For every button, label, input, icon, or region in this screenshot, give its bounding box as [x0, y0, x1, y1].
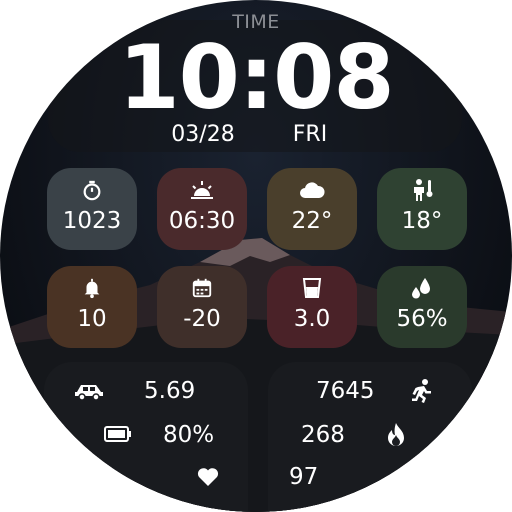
clock-time: 10:08 [118, 26, 394, 129]
date-text: 03/28 [171, 122, 235, 147]
weekday-text: FRI [292, 122, 328, 147]
droplets-icon [377, 276, 467, 300]
stopwatch-icon [47, 178, 137, 202]
heart-icon [196, 466, 220, 488]
glass-icon [267, 276, 357, 300]
feels-like-value: 18° [401, 208, 443, 234]
battery-value: 80% [163, 422, 215, 448]
humidity-complication[interactable]: 56% [377, 266, 467, 348]
humidity-value: 56% [396, 306, 448, 332]
sunrise-complication[interactable]: 06:30 [157, 168, 247, 250]
running-icon [408, 378, 436, 404]
steps-value: 7645 [316, 378, 375, 404]
sunrise-icon [157, 178, 247, 202]
calendar-icon [157, 276, 247, 300]
notifications-complication[interactable]: 10 [47, 266, 137, 348]
water-value: 3.0 [293, 306, 331, 332]
battery-icon [104, 424, 132, 444]
cloud-icon [267, 178, 357, 202]
calories-value: 268 [301, 422, 345, 448]
calendar-complication[interactable]: -20 [157, 266, 247, 348]
heart-rate-value: 97 [289, 464, 319, 490]
weather-complication[interactable]: 22° [267, 168, 357, 250]
calendar-value: -20 [183, 306, 221, 332]
feels-like-complication[interactable]: 18° [377, 168, 467, 250]
water-complication[interactable]: 3.0 [267, 266, 357, 348]
pressure-complication[interactable]: 1023 [47, 168, 137, 250]
bell-icon [47, 276, 137, 300]
car-icon [74, 380, 104, 402]
watch-face: TIME 10:08 03/28 FRI 1023 06:30 22° 18° … [0, 0, 512, 512]
sunrise-value: 06:30 [168, 208, 236, 234]
person-temperature-icon [377, 178, 467, 202]
pressure-value: 1023 [62, 208, 122, 234]
temperature-value: 22° [291, 208, 333, 234]
notifications-value: 10 [77, 306, 107, 332]
distance-value: 5.69 [144, 378, 196, 404]
fire-icon [384, 422, 408, 448]
